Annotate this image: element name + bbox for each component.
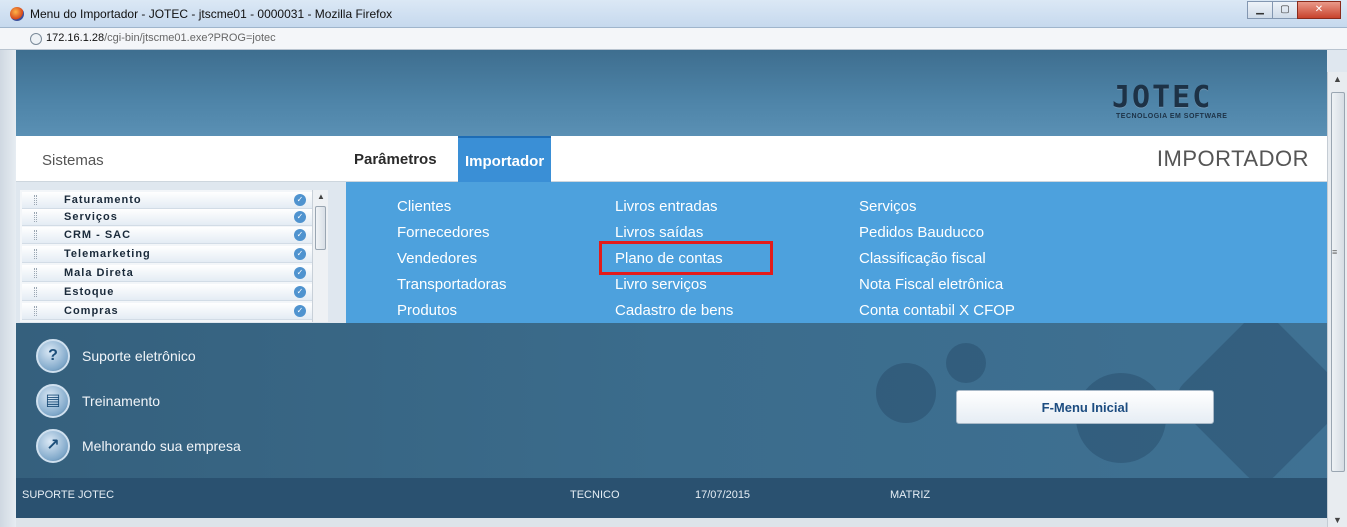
menu-item-cadastro-de-bens[interactable]: Cadastro de bens <box>615 302 733 319</box>
window-title: Menu do Importador - JOTEC - jtscme01 - … <box>30 7 393 21</box>
menu-item-transportadoras[interactable]: Transportadoras <box>397 276 507 293</box>
link-label: Suporte eletrônico <box>82 348 196 364</box>
menu-inicial-button[interactable]: F-Menu Inicial <box>956 390 1214 424</box>
link-melhorando-sua-empresa[interactable]: ↗ Melhorando sua empresa <box>36 429 241 463</box>
systems-scrollbar[interactable]: ▲ <box>312 190 328 322</box>
system-item-crm-sac[interactable]: CRM - SAC ✓ <box>22 227 312 244</box>
menu-item-clientes[interactable]: Clientes <box>397 198 451 215</box>
drag-handle-icon <box>34 249 37 259</box>
decor-circle <box>876 363 936 423</box>
firefox-icon <box>10 7 24 21</box>
drag-handle-icon <box>34 306 37 316</box>
e-learning-icon: ▤ <box>36 384 70 418</box>
system-item-label: Telemarketing <box>64 248 151 260</box>
menu-item-nota-fiscal-eletronica[interactable]: Nota Fiscal eletrônica <box>859 276 1003 293</box>
system-item-label: Mala Direta <box>64 267 134 279</box>
check-icon: ✓ <box>294 248 306 260</box>
system-item-label: Estoque <box>64 286 115 298</box>
system-item-label: CRM - SAC <box>64 229 132 241</box>
growth-chart-icon: ↗ <box>36 429 70 463</box>
system-item-label: Compras <box>64 305 119 317</box>
system-item-label: Serviços <box>64 211 118 223</box>
status-footer: SUPORTE JOTEC TECNICO 17/07/2015 MATRIZ <box>16 478 1327 518</box>
tabs-row: Sistemas Parâmetros Importador IMPORTADO… <box>16 136 1327 182</box>
footer-date: 17/07/2015 <box>695 489 751 501</box>
check-icon: ✓ <box>294 229 306 241</box>
minimize-button[interactable]: ▁ <box>1247 1 1273 19</box>
footer-user: TECNICO <box>570 489 620 501</box>
logo-word: JOTEC <box>1112 80 1213 115</box>
tab-parametros[interactable]: Parâmetros <box>347 136 444 182</box>
header-band: JOTEC TECNOLOGIA EM SOFTWARE <box>16 50 1327 136</box>
menu-item-livro-servicos[interactable]: Livro serviços <box>615 276 707 293</box>
system-item-mala-direta[interactable]: Mala Direta ✓ <box>22 265 312 282</box>
window-titlebar: Menu do Importador - JOTEC - jtscme01 - … <box>0 0 1347 28</box>
scroll-thumb[interactable] <box>1331 92 1345 472</box>
maximize-button[interactable]: ▢ <box>1272 1 1298 19</box>
check-icon: ✓ <box>294 286 306 298</box>
scroll-thumb[interactable] <box>315 206 326 250</box>
lower-panel: ? Suporte eletrônico ▤ Treinamento ↗ Mel… <box>16 323 1327 478</box>
globe-icon <box>30 33 42 45</box>
page-title: IMPORTADOR <box>1156 146 1309 171</box>
link-treinamento[interactable]: ▤ Treinamento <box>36 384 160 418</box>
drag-handle-icon <box>34 268 37 278</box>
menu-item-conta-contabil-x-cfop[interactable]: Conta contabil X CFOP <box>859 302 1015 319</box>
link-label: Treinamento <box>82 393 161 409</box>
menu-item-classificacao-fiscal[interactable]: Classificação fiscal <box>859 250 986 267</box>
highlight-box <box>599 241 773 275</box>
check-icon: ✓ <box>294 267 306 279</box>
drag-handle-icon <box>34 287 37 297</box>
sistemas-heading: Sistemas <box>42 152 104 169</box>
url-host: 172.16.1.28 <box>46 32 105 44</box>
menu-item-servicos[interactable]: Serviços <box>859 198 917 215</box>
footer-support: SUPORTE JOTEC <box>22 489 115 501</box>
system-item-compras[interactable]: Compras ✓ <box>22 303 312 320</box>
decor-circle <box>946 343 986 383</box>
footer-branch: MATRIZ <box>890 489 931 501</box>
url-text: 172.16.1.28/cgi-bin/jtscme01.exe?PROG=jo… <box>46 32 276 44</box>
scroll-grip-icon: ≡ <box>1332 247 1338 257</box>
drag-handle-icon <box>34 230 37 240</box>
page-left-gutter <box>0 50 16 527</box>
menu-item-produtos[interactable]: Produtos <box>397 302 457 319</box>
system-item-servicos[interactable]: Serviços ✓ <box>22 209 312 226</box>
system-item-faturamento[interactable]: Faturamento ✓ <box>22 192 312 209</box>
address-bar[interactable]: 172.16.1.28/cgi-bin/jtscme01.exe?PROG=jo… <box>0 28 1347 50</box>
browser-window: Menu do Importador - JOTEC - jtscme01 - … <box>0 0 1347 527</box>
close-button[interactable]: ✕ <box>1297 1 1341 19</box>
check-icon: ✓ <box>294 211 306 223</box>
menu-item-pedidos-bauducco[interactable]: Pedidos Bauducco <box>859 224 984 241</box>
scroll-down-icon[interactable]: ▼ <box>1333 515 1342 525</box>
check-icon: ✓ <box>294 305 306 317</box>
jotec-logo: JOTEC TECNOLOGIA EM SOFTWARE <box>1112 83 1262 125</box>
logo-tagline: TECNOLOGIA EM SOFTWARE <box>1116 113 1228 120</box>
menu-item-livros-saidas[interactable]: Livros saídas <box>615 224 703 241</box>
link-label: Melhorando sua empresa <box>82 438 241 454</box>
system-item-label: Faturamento <box>64 194 142 206</box>
menu-item-livros-entradas[interactable]: Livros entradas <box>615 198 718 215</box>
question-icon: ? <box>36 339 70 373</box>
check-icon: ✓ <box>294 194 306 206</box>
scroll-up-icon[interactable]: ▲ <box>317 192 325 201</box>
tab-importador[interactable]: Importador <box>458 136 552 182</box>
menu-item-fornecedores[interactable]: Fornecedores <box>397 224 490 241</box>
url-path: /cgi-bin/jtscme01.exe?PROG=jotec <box>104 32 276 44</box>
page-scrollbar[interactable]: ▲ ≡ ▼ <box>1327 72 1347 527</box>
drag-handle-icon <box>34 212 37 222</box>
link-suporte-eletronico[interactable]: ? Suporte eletrônico <box>36 339 196 373</box>
scroll-up-icon[interactable]: ▲ <box>1333 74 1342 84</box>
system-item-telemarketing[interactable]: Telemarketing ✓ <box>22 246 312 263</box>
menu-item-vendedores[interactable]: Vendedores <box>397 250 477 267</box>
window-controls: ▁ ▢ ✕ <box>1247 1 1341 19</box>
system-item-estoque[interactable]: Estoque ✓ <box>22 284 312 301</box>
systems-list: Faturamento ✓ Serviços ✓ CRM - SAC ✓ Telema… <box>20 190 312 322</box>
importador-menu: Clientes Fornecedores Vendedores Transpo… <box>346 182 1327 323</box>
bottom-strip <box>16 518 1327 527</box>
drag-handle-icon <box>34 195 37 205</box>
